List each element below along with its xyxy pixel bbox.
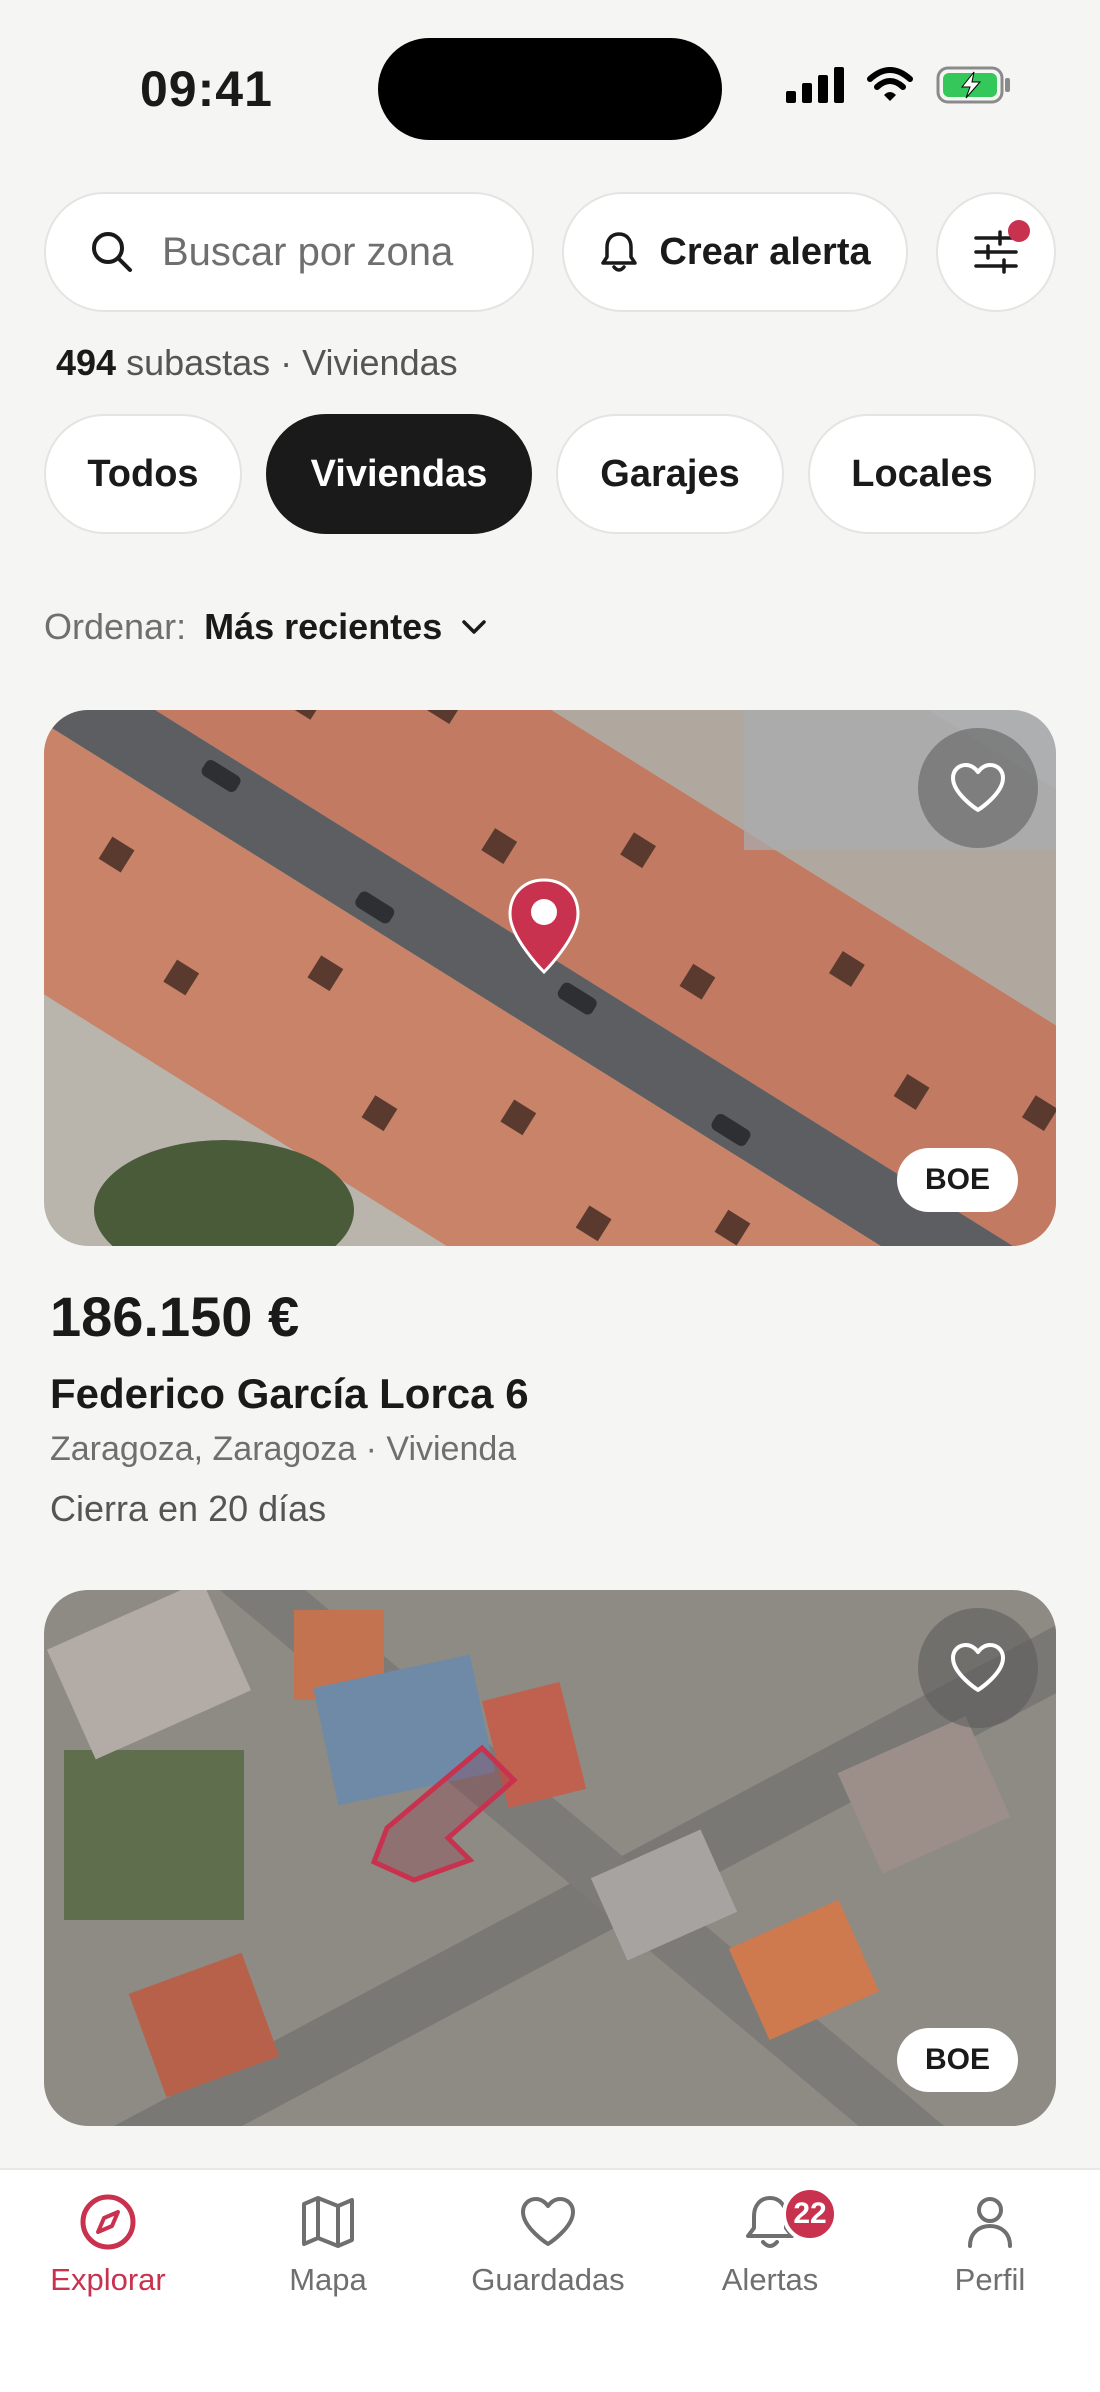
sort-label: Ordenar: (44, 606, 187, 647)
search-box[interactable] (44, 192, 534, 312)
chevron-down-icon (462, 620, 486, 634)
heart-icon (951, 1643, 1005, 1692)
source-badge: BOE (896, 1148, 1018, 1212)
source-badge: BOE (896, 2028, 1018, 2092)
category-filters: Todos Viviendas Garajes Locales (44, 414, 1036, 534)
wifi-icon (867, 67, 913, 101)
tab-label: Alertas (721, 2262, 819, 2297)
listing-price: 186.150 € (50, 1285, 300, 1348)
location-pin-icon (508, 878, 580, 975)
listing-image[interactable]: BOE (44, 1590, 1056, 2126)
status-bar: 09:41 (0, 0, 1100, 180)
user-icon (968, 2197, 1012, 2248)
category-pill-viviendas[interactable]: Viviendas (266, 414, 532, 534)
tab-guardadas[interactable]: Guardadas (448, 2192, 648, 2298)
cellular-signal-icon (786, 67, 844, 103)
battery-charging-icon (936, 66, 1010, 104)
sort-value: Más recientes (204, 606, 443, 647)
bell-icon (601, 232, 638, 272)
category-pill-locales[interactable]: Locales (808, 414, 1036, 534)
favorite-button[interactable] (918, 728, 1038, 848)
results-count: 494 subastas · Viviendas (56, 342, 458, 384)
search-input[interactable] (162, 229, 502, 275)
tab-perfil[interactable]: Perfil (890, 2192, 1090, 2298)
listing-image[interactable]: BOE (44, 710, 1056, 1246)
listing-meta: Zaragoza, Zaragoza · Vivienda (50, 1430, 517, 1468)
tab-mapa[interactable]: Mapa (228, 2192, 428, 2298)
listing-closing-time: Cierra en 20 días (50, 1488, 327, 1529)
bottom-tab-bar: Explorar Mapa Guardadas 22 Alertas Perfi… (0, 2168, 1100, 2392)
category-pill-todos[interactable]: Todos (44, 414, 242, 534)
alerts-count-badge: 22 (782, 2186, 838, 2242)
compass-icon (80, 2194, 136, 2250)
create-alert-label: Crear alerta (659, 230, 871, 273)
sort-control[interactable]: Ordenar: Más recientes (44, 606, 488, 648)
status-icons (786, 66, 1012, 104)
results-count-text: subastas · Viviendas (126, 342, 458, 383)
filters-button[interactable] (936, 192, 1056, 312)
favorite-button[interactable] (918, 1608, 1038, 1728)
tab-label: Perfil (954, 2262, 1026, 2297)
heart-icon (521, 2197, 575, 2246)
tab-alertas[interactable]: 22 Alertas (670, 2186, 870, 2298)
tab-label: Guardadas (471, 2262, 625, 2297)
listing-address[interactable]: Federico García Lorca 6 (50, 1370, 529, 1418)
tab-label: Explorar (50, 2262, 166, 2297)
create-alert-button[interactable]: Crear alerta (562, 192, 908, 312)
dynamic-island (378, 38, 722, 140)
category-pill-garajes[interactable]: Garajes (556, 414, 784, 534)
tab-explorar[interactable]: Explorar (8, 2192, 208, 2298)
search-icon (92, 232, 132, 272)
map-icon (302, 2196, 354, 2248)
filter-active-dot (1008, 220, 1030, 242)
heart-icon (951, 763, 1005, 812)
results-count-number: 494 (56, 342, 117, 383)
status-time: 09:41 (140, 61, 273, 117)
tab-label: Mapa (289, 2262, 367, 2297)
